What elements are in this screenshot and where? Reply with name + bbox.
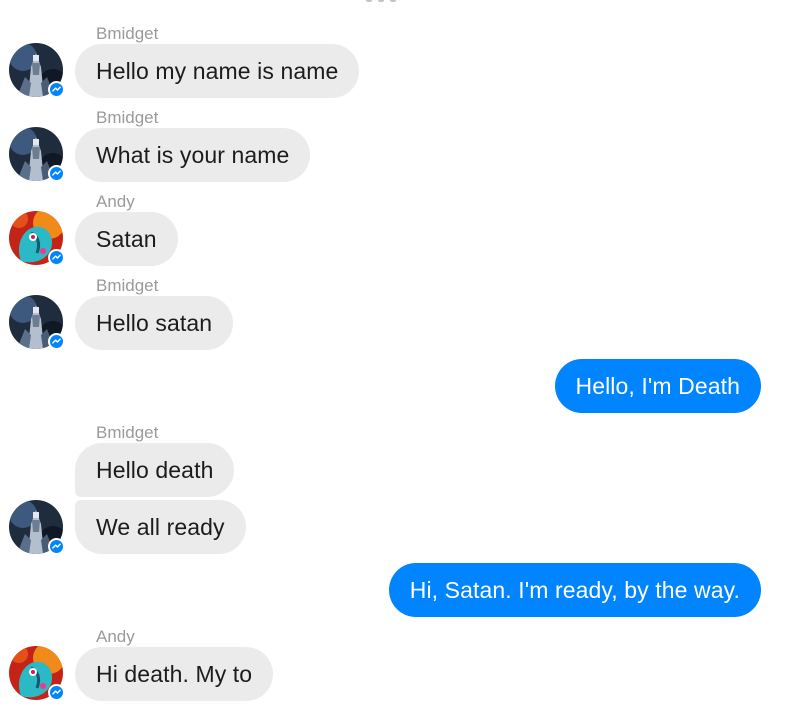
sender-name: Andy	[96, 627, 135, 646]
messenger-badge-icon	[48, 538, 65, 555]
outgoing-message-bubble[interactable]: Hi, Satan. I'm ready, by the way.	[388, 563, 761, 617]
avatar-andy[interactable]	[9, 211, 65, 266]
incoming-message-bubble[interactable]: We all ready	[75, 500, 246, 554]
incoming-message-bubble[interactable]: Hi death. My to	[75, 647, 274, 701]
avatar-andy[interactable]	[9, 646, 65, 701]
avatar-bmidget[interactable]	[9, 127, 65, 182]
avatar-bmidget[interactable]	[9, 295, 65, 350]
sender-name: Bmidget	[96, 108, 159, 127]
incoming-message-bubble[interactable]: Hello my name is name	[75, 44, 360, 98]
sender-name: Bmidget	[96, 423, 159, 442]
messenger-badge-icon	[48, 81, 65, 98]
avatar-bmidget[interactable]	[9, 500, 65, 555]
sender-name: Bmidget	[96, 24, 159, 43]
sender-name: Bmidget	[96, 276, 159, 295]
avatar-bmidget[interactable]	[9, 43, 65, 98]
incoming-message-bubble[interactable]: Satan	[75, 212, 178, 266]
outgoing-message-bubble[interactable]: Hello, I'm Death	[554, 359, 761, 413]
messenger-badge-icon	[48, 165, 65, 182]
incoming-message-bubble[interactable]: What is your name	[75, 128, 311, 182]
messenger-badge-icon	[48, 249, 65, 266]
incoming-message-bubble[interactable]: Hello satan	[75, 296, 234, 350]
messenger-badge-icon	[48, 684, 65, 701]
incoming-message-bubble[interactable]: Hello death	[75, 443, 235, 497]
messenger-badge-icon	[48, 333, 65, 350]
top-edge-indicator	[366, 0, 400, 3]
sender-name: Andy	[96, 192, 135, 211]
